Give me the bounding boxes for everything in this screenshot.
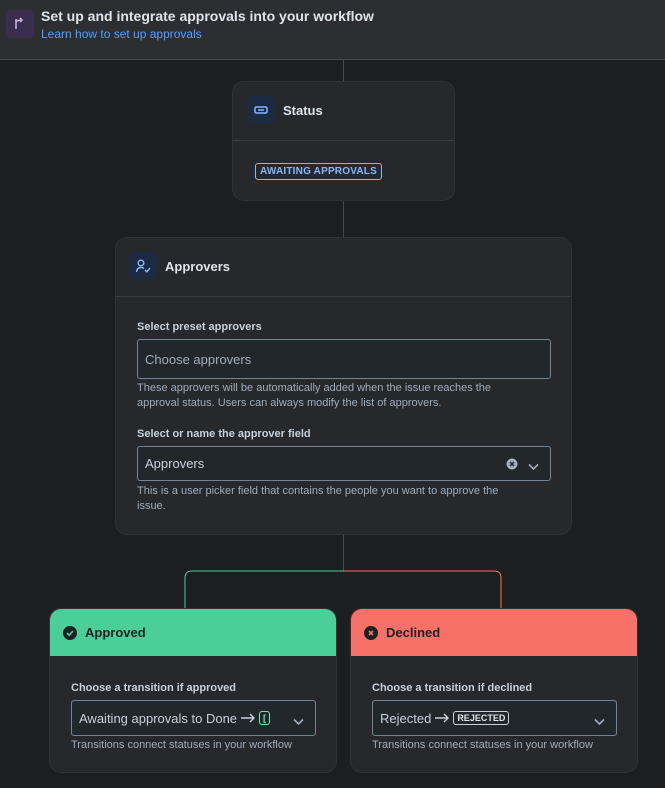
- preset-approvers-input[interactable]: Choose approvers: [137, 339, 551, 379]
- chevron-down-icon[interactable]: [283, 714, 304, 729]
- rejected-lozenge: REJECTED: [453, 711, 510, 725]
- person-check-icon: [129, 252, 157, 280]
- approved-helper: Transitions connect statuses in your wor…: [71, 739, 292, 751]
- arrow-right-icon: [434, 711, 450, 726]
- learn-more-link[interactable]: Learn how to set up approvals: [41, 27, 202, 41]
- approved-transition-label: Choose a transition if approved: [71, 682, 237, 694]
- approver-field-label: Select or name the approver field: [137, 428, 311, 440]
- done-lozenge: [: [259, 711, 271, 725]
- helper-line: These approvers will be automatically ad…: [137, 382, 492, 394]
- preset-approvers-placeholder: Choose approvers: [145, 351, 252, 367]
- check-circle-icon: [63, 625, 77, 640]
- preset-approvers-label: Select preset approvers: [137, 321, 262, 333]
- declined-transition-label: Choose a transition if declined: [372, 682, 533, 694]
- divider: [233, 140, 454, 141]
- approvers-card: Approvers Select preset approvers Choose…: [115, 237, 572, 535]
- declined-helper: Transitions connect statuses in your wor…: [372, 739, 593, 751]
- approver-field-helper: This is a user picker field that contain…: [137, 484, 557, 514]
- helper-line: approval status. Users can always modify…: [137, 397, 442, 409]
- connector-line: [343, 200, 344, 238]
- declined-card: Declined Choose a transition if declined…: [350, 608, 638, 773]
- divider: [116, 296, 571, 297]
- status-title: Status: [283, 102, 323, 118]
- approved-title: Approved: [85, 625, 146, 640]
- declined-transition-value: Rejected: [380, 710, 432, 726]
- branch-icon: [6, 10, 34, 38]
- connector-line: [343, 60, 344, 82]
- approved-header: Approved: [50, 609, 336, 656]
- helper-line: issue.: [137, 500, 166, 512]
- clear-icon[interactable]: [506, 458, 518, 473]
- status-lozenge: AWAITING APPROVALS: [255, 163, 382, 180]
- preset-approvers-helper: These approvers will be automatically ad…: [137, 381, 557, 411]
- approver-field-value: Approvers: [145, 456, 205, 471]
- declined-title: Declined: [386, 625, 441, 640]
- status-icon: [247, 96, 275, 124]
- helper-line: This is a user picker field that contain…: [137, 485, 499, 497]
- declined-transition-select[interactable]: Rejected REJECTED: [372, 700, 617, 736]
- chevron-down-icon[interactable]: [528, 459, 539, 474]
- approvers-title: Approvers: [165, 258, 231, 274]
- banner-title: Set up and integrate approvals into your…: [41, 8, 374, 24]
- approved-transition-select[interactable]: Awaiting approvals to Done [: [71, 700, 316, 736]
- approved-card: Approved Choose a transition if approved…: [49, 608, 337, 773]
- connector-line: [343, 534, 344, 572]
- status-card: Status AWAITING APPROVALS: [232, 81, 455, 201]
- arrow-right-icon: [240, 711, 256, 726]
- approvals-banner: Set up and integrate approvals into your…: [0, 0, 665, 60]
- approver-field-select[interactable]: Approvers: [137, 446, 551, 481]
- chevron-down-icon[interactable]: [594, 714, 605, 729]
- approved-transition-value: Awaiting approvals to Done: [79, 710, 238, 726]
- cross-circle-icon: [364, 625, 378, 640]
- declined-header: Declined: [351, 609, 637, 656]
